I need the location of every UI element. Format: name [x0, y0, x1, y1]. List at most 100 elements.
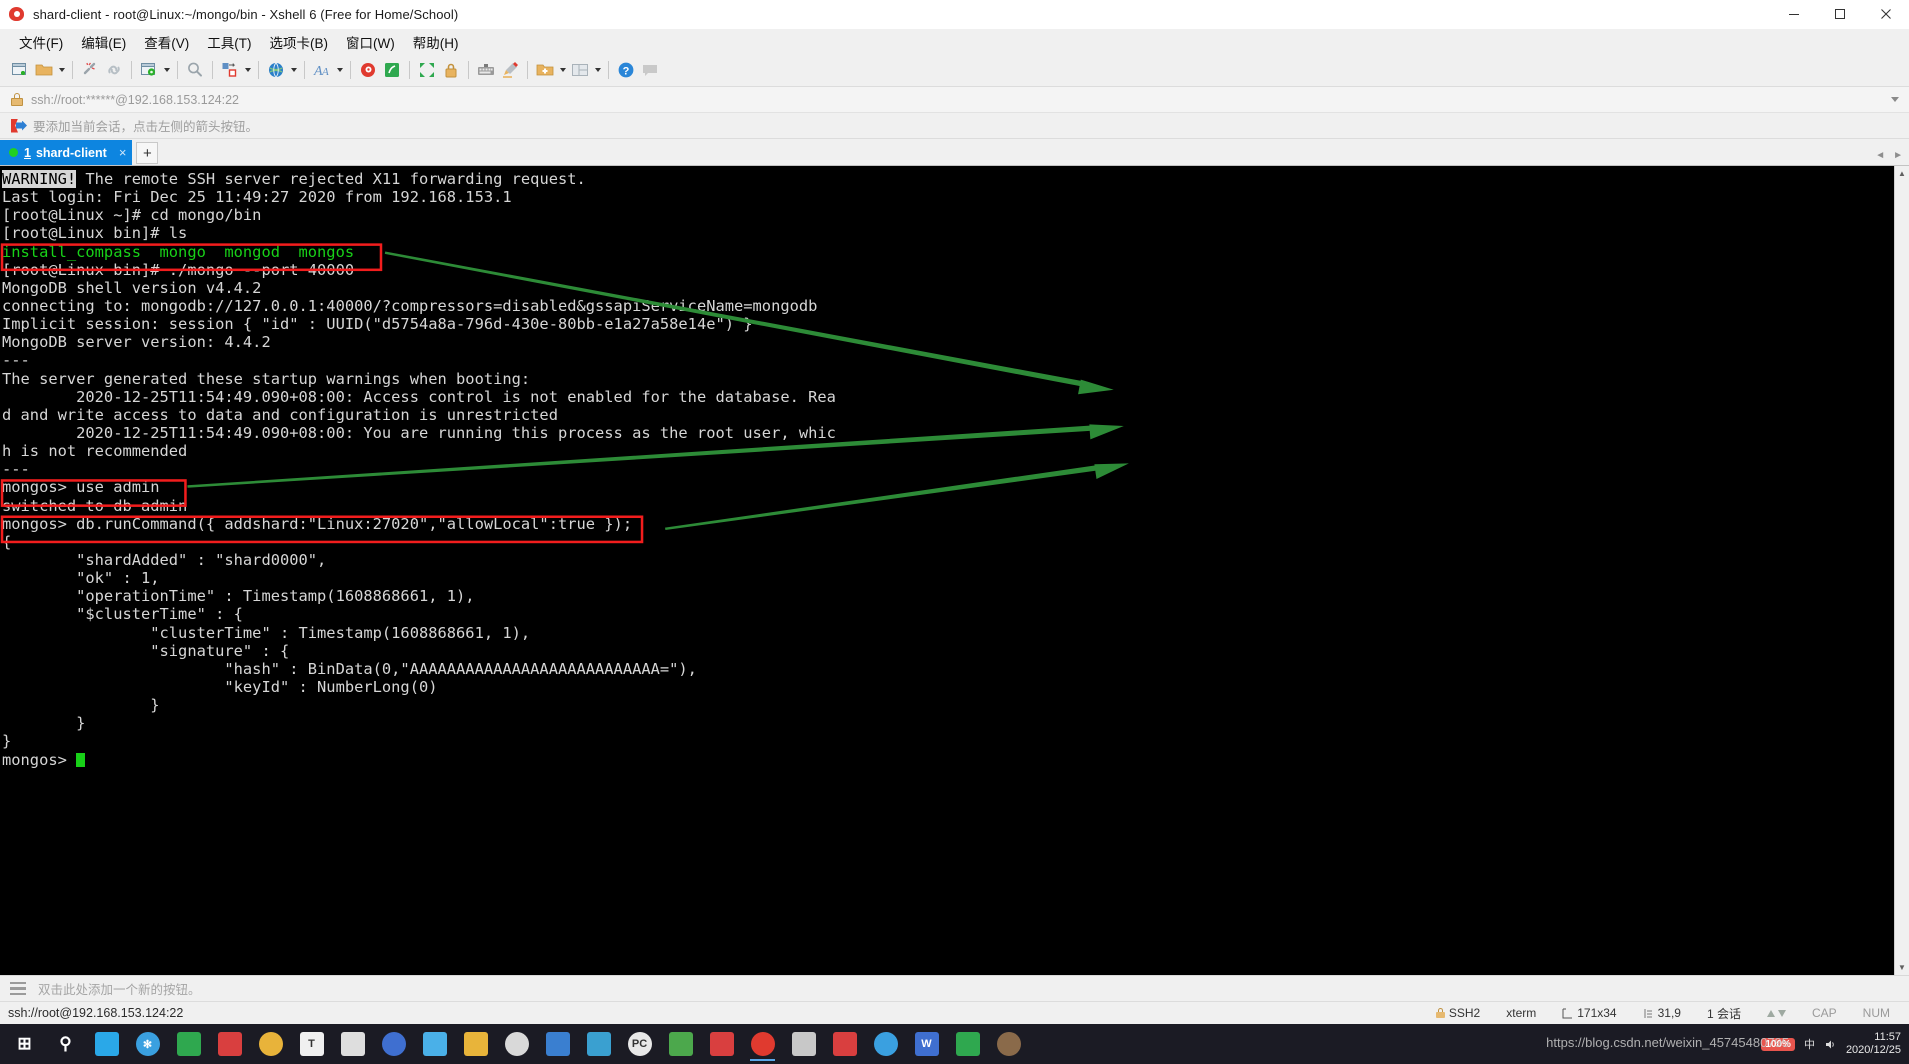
xshell-icon[interactable] [356, 58, 380, 82]
taskbar-app-2[interactable]: ✻ [127, 1026, 168, 1062]
address-bar-value[interactable]: ssh://root:******@192.168.153.124:22 [31, 93, 239, 107]
open-folder-icon[interactable] [32, 58, 56, 82]
tray-clock[interactable]: 11:57 2020/12/25 [1846, 1031, 1901, 1057]
terminal-line: install_compass mongo mongod mongos [2, 243, 1894, 261]
tab-scroll-right-icon[interactable]: ► [1893, 150, 1903, 161]
transfer-icon[interactable] [218, 58, 242, 82]
terminal-text: 2020-12-25T11:54:49.090+08:00: Access co… [2, 387, 836, 406]
maximize-button[interactable] [1817, 0, 1863, 29]
layout-dropdown-icon[interactable] [592, 58, 603, 82]
taskbar-app-21[interactable] [947, 1026, 988, 1062]
session-properties-dropdown-icon[interactable] [161, 58, 172, 82]
terminal-line: mongos> db.runCommand({ addshard:"Linux:… [2, 515, 1894, 533]
terminal-text: mongos> db.runCommand({ addshard:"Linux:… [2, 514, 633, 533]
session-properties-icon[interactable] [137, 58, 161, 82]
hamburger-icon[interactable] [10, 981, 26, 996]
open-folder-dropdown-icon[interactable] [56, 58, 67, 82]
volume-icon[interactable] [1824, 1038, 1837, 1051]
hint-bar: 要添加当前会话，点击左侧的箭头按钮。 [0, 113, 1909, 139]
lock-icon [11, 93, 23, 106]
taskbar-app-14[interactable]: PC [619, 1026, 660, 1062]
font-dropdown-icon[interactable] [334, 58, 345, 82]
keyboard-icon[interactable] [474, 58, 498, 82]
taskbar-app-13[interactable] [578, 1026, 619, 1062]
menu-file[interactable]: 文件(F) [10, 29, 72, 55]
taskbar-app-16[interactable] [701, 1026, 742, 1062]
scroll-up-icon[interactable]: ▲ [1895, 166, 1909, 181]
terminal-text: mongos> [2, 750, 77, 769]
menu-help[interactable]: 帮助(H) [404, 29, 468, 55]
close-button[interactable] [1863, 0, 1909, 29]
terminal-output[interactable]: WARNING! The remote SSH server rejected … [0, 166, 1894, 975]
feedback-icon[interactable] [638, 58, 662, 82]
resize-icon [1562, 1008, 1573, 1018]
layout-icon[interactable] [568, 58, 592, 82]
new-tab-button[interactable]: + [136, 142, 159, 164]
taskbar-app-19[interactable] [865, 1026, 906, 1062]
add-folder-dropdown-icon[interactable] [557, 58, 568, 82]
start-button[interactable]: ⊞ [4, 1026, 45, 1062]
taskbar-app-4[interactable] [209, 1026, 250, 1062]
taskbar-app-8[interactable] [373, 1026, 414, 1062]
taskbar-app-21-glyph [955, 1032, 980, 1056]
terminal-area[interactable]: WARNING! The remote SSH server rejected … [0, 166, 1909, 975]
terminal-line: "signature" : { [2, 642, 1894, 660]
minimize-button[interactable] [1771, 0, 1817, 29]
terminal-text: { [2, 532, 12, 551]
tab-shard-client[interactable]: 1 shard-client × [0, 140, 133, 165]
taskbar-app-12[interactable] [537, 1026, 578, 1062]
toolbar: A A ? [0, 54, 1909, 87]
terminal-text: "signature" : { [2, 641, 290, 660]
taskbar-app-15[interactable] [660, 1026, 701, 1062]
font-icon[interactable]: A A [310, 58, 334, 82]
taskbar-app-20[interactable]: W [906, 1026, 947, 1062]
taskbar-app-5[interactable] [250, 1026, 291, 1062]
highlight-icon[interactable] [498, 58, 522, 82]
taskbar-app-7[interactable] [332, 1026, 373, 1062]
menu-view[interactable]: 查看(V) [135, 29, 198, 55]
xftp-icon[interactable] [380, 58, 404, 82]
menu-bar: 文件(F) 编辑(E) 查看(V) 工具(T) 选项卡(B) 窗口(W) 帮助(… [0, 29, 1909, 54]
quick-button-bar[interactable]: 双击此处添加一个新的按钮。 [0, 975, 1909, 1001]
add-folder-icon[interactable] [533, 58, 557, 82]
terminal-text: --- [2, 460, 30, 479]
taskbar-app-xshell[interactable] [742, 1026, 783, 1062]
menu-tools[interactable]: 工具(T) [198, 29, 260, 55]
search-icon[interactable] [183, 58, 207, 82]
tray-lang[interactable]: 中 [1804, 1036, 1815, 1052]
transfer-dropdown-icon[interactable] [242, 58, 253, 82]
menu-window[interactable]: 窗口(W) [337, 29, 404, 55]
globe-dropdown-icon[interactable] [288, 58, 299, 82]
terminal-text: "hash" : BinData(0,"AAAAAAAAAAAAAAAAAAAA… [2, 659, 697, 678]
taskbar-app-17[interactable] [783, 1026, 824, 1062]
tab-scroll-left-icon[interactable]: ◄ [1875, 150, 1885, 161]
svg-text:A: A [321, 66, 329, 78]
lock-icon[interactable] [439, 58, 463, 82]
taskbar-app-8-glyph [381, 1032, 406, 1056]
help-icon[interactable]: ? [614, 58, 638, 82]
terminal-text: h is not recommended [2, 442, 188, 461]
status-cap: CAP [1811, 1006, 1837, 1020]
taskbar-app-3[interactable] [168, 1026, 209, 1062]
fullscreen-icon[interactable] [415, 58, 439, 82]
taskbar-app-18[interactable] [824, 1026, 865, 1062]
tab-close-icon[interactable]: × [119, 145, 127, 160]
menu-tabs[interactable]: 选项卡(B) [261, 29, 338, 55]
terminal-scrollbar[interactable]: ▲ ▼ [1894, 166, 1909, 975]
scroll-down-icon[interactable]: ▼ [1895, 960, 1909, 975]
menu-edit[interactable]: 编辑(E) [72, 29, 135, 55]
taskbar-app-22[interactable] [988, 1026, 1029, 1062]
taskbar-app-6[interactable]: T [291, 1026, 332, 1062]
taskbar-app-10-glyph [463, 1032, 488, 1056]
taskbar-app-10[interactable] [455, 1026, 496, 1062]
search-button[interactable]: ⚲ [45, 1026, 86, 1062]
globe-icon[interactable] [264, 58, 288, 82]
terminal-line: "hash" : BinData(0,"AAAAAAAAAAAAAAAAAAAA… [2, 660, 1894, 678]
chevron-down-icon[interactable] [1891, 97, 1899, 102]
new-session-icon[interactable] [8, 58, 32, 82]
taskbar-app-1[interactable] [86, 1026, 127, 1062]
terminal-text: "keyId" : NumberLong(0) [2, 677, 438, 696]
address-bar[interactable]: ssh://root:******@192.168.153.124:22 [0, 87, 1909, 113]
taskbar-app-11[interactable] [496, 1026, 537, 1062]
taskbar-app-9[interactable] [414, 1026, 455, 1062]
